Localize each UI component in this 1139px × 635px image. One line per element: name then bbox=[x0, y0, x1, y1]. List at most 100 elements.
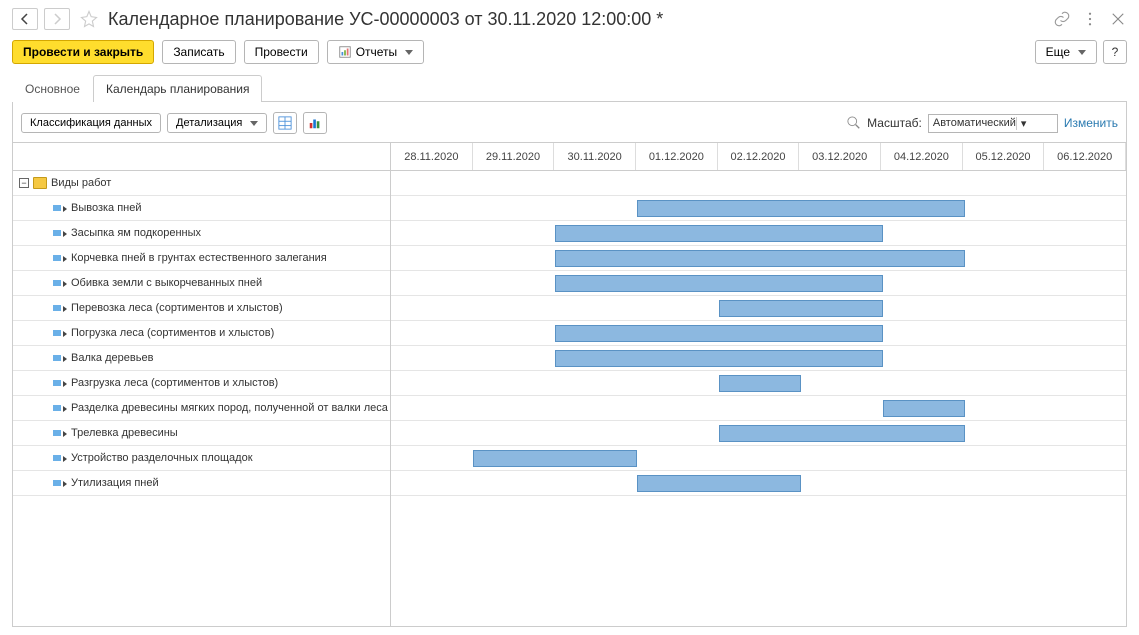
chart-row-group bbox=[391, 171, 1126, 196]
nav-forward-button[interactable] bbox=[44, 8, 70, 30]
task-icon bbox=[53, 303, 67, 313]
scale-select[interactable]: Автоматический ▾ bbox=[928, 114, 1058, 133]
task-icon bbox=[53, 378, 67, 388]
task-icon bbox=[53, 453, 67, 463]
post-and-close-button[interactable]: Провести и закрыть bbox=[12, 40, 154, 64]
task-row[interactable]: Перевозка леса (сортиментов и хлыстов) bbox=[13, 296, 390, 321]
task-label: Перевозка леса (сортиментов и хлыстов) bbox=[71, 302, 283, 314]
chart-row bbox=[391, 196, 1126, 221]
reports-button[interactable]: Отчеты bbox=[327, 40, 424, 64]
task-row[interactable]: Погрузка леса (сортиментов и хлыстов) bbox=[13, 321, 390, 346]
task-row[interactable]: Трелевка древесины bbox=[13, 421, 390, 446]
gantt-bar[interactable] bbox=[719, 375, 801, 392]
favorite-star-icon[interactable] bbox=[80, 10, 98, 28]
gantt-bar[interactable] bbox=[555, 325, 883, 342]
nav-back-button[interactable] bbox=[12, 8, 38, 30]
task-row[interactable]: Валка деревьев bbox=[13, 346, 390, 371]
chart-row bbox=[391, 471, 1126, 496]
task-row[interactable]: Разделка древесины мягких пород, получен… bbox=[13, 396, 390, 421]
chart-view-button[interactable] bbox=[303, 112, 327, 134]
arrow-right-icon bbox=[51, 13, 63, 25]
task-label: Утилизация пней bbox=[71, 477, 159, 489]
task-label: Корчевка пней в грунтах естественного за… bbox=[71, 252, 327, 264]
post-button[interactable]: Провести bbox=[244, 40, 319, 64]
gantt-bar[interactable] bbox=[555, 275, 883, 292]
report-icon bbox=[338, 45, 352, 59]
date-header-cell: 03.12.2020 bbox=[799, 143, 881, 170]
chart-row bbox=[391, 271, 1126, 296]
task-icon bbox=[53, 403, 67, 413]
date-header-cell: 29.11.2020 bbox=[473, 143, 555, 170]
chart-row bbox=[391, 446, 1126, 471]
tab-main[interactable]: Основное bbox=[12, 75, 93, 102]
scale-label: Масштаб: bbox=[867, 116, 922, 130]
date-header-cell: 06.12.2020 bbox=[1044, 143, 1126, 170]
chart-row bbox=[391, 321, 1126, 346]
gantt-bar[interactable] bbox=[555, 225, 883, 242]
group-label: Виды работ bbox=[51, 177, 111, 189]
task-label: Разгрузка леса (сортиментов и хлыстов) bbox=[71, 377, 278, 389]
save-button[interactable]: Записать bbox=[162, 40, 235, 64]
task-row[interactable]: Засыпка ям подкоренных bbox=[13, 221, 390, 246]
tab-calendar[interactable]: Календарь планирования bbox=[93, 75, 263, 102]
task-icon bbox=[53, 203, 67, 213]
task-group-row[interactable]: − Виды работ bbox=[13, 171, 390, 196]
chart-row bbox=[391, 246, 1126, 271]
gantt-bar[interactable] bbox=[719, 425, 965, 442]
task-label: Засыпка ям подкоренных bbox=[71, 227, 201, 239]
task-icon bbox=[53, 228, 67, 238]
task-label: Разделка древесины мягких пород, получен… bbox=[71, 402, 388, 414]
chart-row bbox=[391, 396, 1126, 421]
date-header-cell: 02.12.2020 bbox=[718, 143, 800, 170]
zoom-icon[interactable] bbox=[847, 116, 861, 130]
more-vertical-icon[interactable] bbox=[1081, 10, 1099, 28]
chart-row bbox=[391, 221, 1126, 246]
gantt-bar[interactable] bbox=[555, 350, 883, 367]
date-header-cell: 05.12.2020 bbox=[963, 143, 1045, 170]
change-link[interactable]: Изменить bbox=[1064, 116, 1118, 130]
task-icon bbox=[53, 478, 67, 488]
task-row[interactable]: Разгрузка леса (сортиментов и хлыстов) bbox=[13, 371, 390, 396]
task-icon bbox=[53, 353, 67, 363]
chevron-down-icon: ▾ bbox=[1016, 117, 1053, 130]
chart-row bbox=[391, 421, 1126, 446]
chart-row bbox=[391, 346, 1126, 371]
gantt-bar[interactable] bbox=[473, 450, 637, 467]
chart-row bbox=[391, 371, 1126, 396]
table-icon bbox=[278, 116, 292, 130]
detail-button[interactable]: Детализация bbox=[167, 113, 267, 133]
task-row[interactable]: Утилизация пней bbox=[13, 471, 390, 496]
link-icon[interactable] bbox=[1053, 10, 1071, 28]
page-title: Календарное планирование УС-00000003 от … bbox=[108, 9, 1047, 30]
task-icon bbox=[53, 428, 67, 438]
gantt-bar[interactable] bbox=[555, 250, 965, 267]
gantt-bar[interactable] bbox=[883, 400, 965, 417]
task-label: Обивка земли с выкорчеванных пней bbox=[71, 277, 262, 289]
table-view-button[interactable] bbox=[273, 112, 297, 134]
task-icon bbox=[53, 328, 67, 338]
task-label: Устройство разделочных площадок bbox=[71, 452, 253, 464]
gantt-left-header bbox=[13, 143, 390, 171]
task-row[interactable]: Устройство разделочных площадок bbox=[13, 446, 390, 471]
help-button[interactable]: ? bbox=[1103, 40, 1127, 64]
task-label: Погрузка леса (сортиментов и хлыстов) bbox=[71, 327, 274, 339]
task-row[interactable]: Обивка земли с выкорчеванных пней bbox=[13, 271, 390, 296]
gantt-bar[interactable] bbox=[719, 300, 883, 317]
gantt-bar[interactable] bbox=[637, 200, 965, 217]
task-row[interactable]: Корчевка пней в грунтах естественного за… bbox=[13, 246, 390, 271]
close-icon[interactable] bbox=[1109, 10, 1127, 28]
arrow-left-icon bbox=[19, 13, 31, 25]
collapse-icon[interactable]: − bbox=[19, 178, 29, 188]
more-button[interactable]: Еще bbox=[1035, 40, 1097, 64]
task-row[interactable]: Вывозка пней bbox=[13, 196, 390, 221]
task-label: Трелевка древесины bbox=[71, 427, 178, 439]
task-label: Валка деревьев bbox=[71, 352, 153, 364]
task-icon bbox=[53, 253, 67, 263]
task-icon bbox=[53, 278, 67, 288]
gantt-bar[interactable] bbox=[637, 475, 801, 492]
task-label: Вывозка пней bbox=[71, 202, 142, 214]
date-header-cell: 01.12.2020 bbox=[636, 143, 718, 170]
date-header-cell: 28.11.2020 bbox=[391, 143, 473, 170]
date-header-cell: 04.12.2020 bbox=[881, 143, 963, 170]
classification-button[interactable]: Классификация данных bbox=[21, 113, 161, 133]
